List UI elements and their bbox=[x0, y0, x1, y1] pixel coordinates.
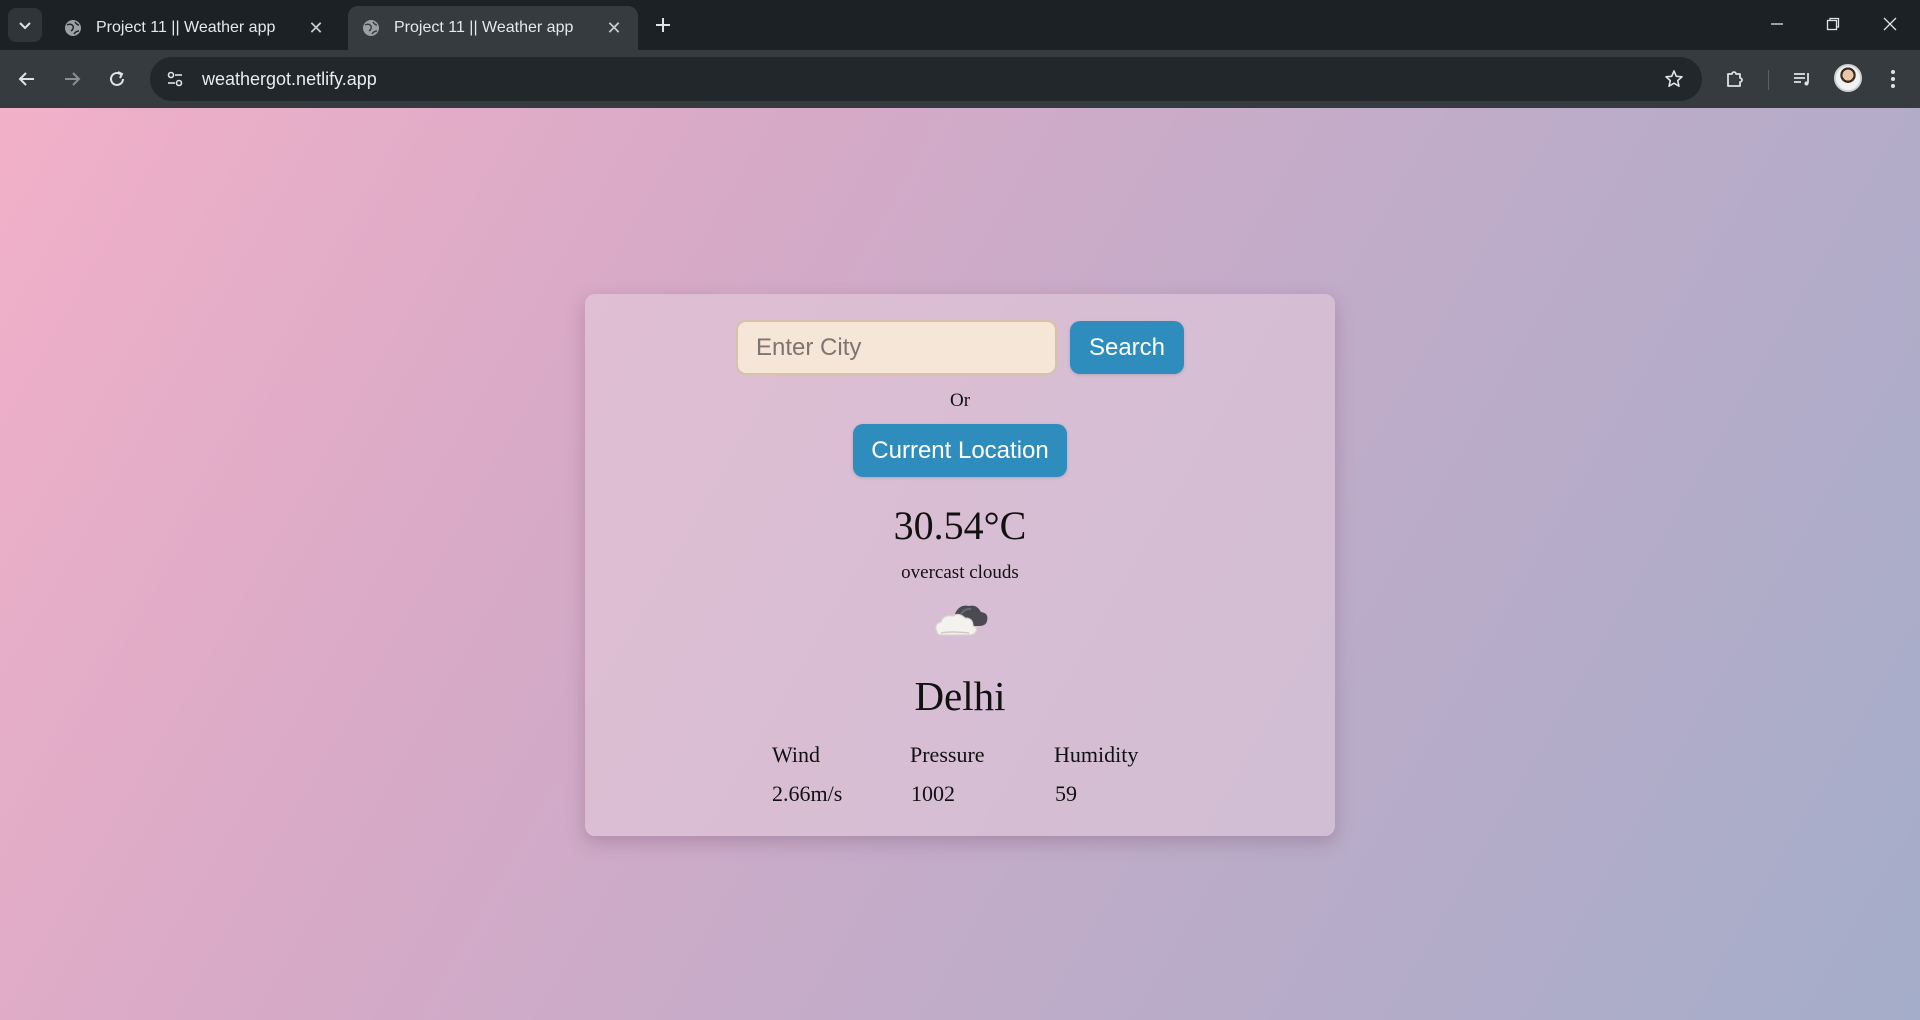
browser-toolbar: weathergot.netlify.app bbox=[0, 50, 1920, 108]
tab-search-button[interactable] bbox=[8, 8, 42, 42]
playlist-icon bbox=[1794, 73, 1809, 86]
wind-label: Wind bbox=[772, 742, 820, 767]
or-label: Or bbox=[949, 390, 971, 411]
browser-menu-button[interactable] bbox=[1876, 62, 1910, 96]
new-tab-button[interactable] bbox=[648, 10, 678, 40]
media-controls-button[interactable] bbox=[1785, 62, 1819, 96]
reload-icon bbox=[110, 71, 124, 86]
pressure-label: Pressure bbox=[910, 742, 985, 767]
arrow-left-icon bbox=[18, 72, 34, 86]
city-name: Delhi bbox=[914, 673, 1006, 719]
cloud-icon bbox=[935, 605, 988, 636]
reload-button[interactable] bbox=[100, 62, 134, 96]
tune-icon bbox=[167, 71, 183, 87]
page-background: Search Or Current Location 30.54°C overc… bbox=[0, 108, 1920, 1020]
restore-icon bbox=[1826, 17, 1840, 31]
close-tab-icon[interactable]: ✕ bbox=[306, 18, 326, 38]
restore-button[interactable] bbox=[1811, 6, 1855, 42]
bookmark-button[interactable] bbox=[1660, 65, 1688, 93]
star-icon bbox=[1665, 70, 1683, 87]
humidity-value: 59 bbox=[1055, 781, 1077, 806]
tab-title: Project 11 || Weather app bbox=[96, 19, 276, 36]
profile-avatar[interactable] bbox=[1834, 64, 1862, 92]
tab-title: Project 11 || Weather app bbox=[394, 19, 574, 36]
more-vertical-icon bbox=[1891, 70, 1895, 88]
toolbar-divider bbox=[1768, 70, 1769, 90]
site-info-button[interactable] bbox=[160, 64, 190, 94]
weather-card: Search Or Current Location 30.54°C overc… bbox=[585, 294, 1335, 836]
minimize-icon bbox=[1771, 23, 1783, 25]
temperature: 30.54°C bbox=[893, 503, 1027, 548]
search-row: Search bbox=[736, 320, 1184, 375]
chevron-down-icon bbox=[19, 22, 31, 30]
close-window-button[interactable] bbox=[1868, 6, 1912, 42]
globe-icon bbox=[363, 20, 379, 36]
extensions-button[interactable] bbox=[1718, 62, 1752, 96]
tab-2[interactable]: Project 11 || Weather app ✕ bbox=[348, 6, 638, 50]
back-button[interactable] bbox=[10, 62, 44, 96]
minimize-button[interactable] bbox=[1755, 6, 1799, 42]
humidity-label: Humidity bbox=[1054, 742, 1139, 767]
globe-icon bbox=[65, 20, 81, 36]
pressure-value: 1002 bbox=[911, 781, 955, 806]
tab-strip: Project 11 || Weather app ✕ Project 11 |… bbox=[0, 0, 1920, 50]
close-tab-icon[interactable]: ✕ bbox=[604, 18, 624, 38]
weather-description: overcast clouds bbox=[901, 562, 1019, 583]
current-location-button[interactable]: Current Location bbox=[853, 424, 1067, 477]
tab-1[interactable]: Project 11 || Weather app ✕ bbox=[50, 6, 340, 50]
city-search-input[interactable] bbox=[736, 320, 1057, 375]
close-icon bbox=[1883, 17, 1897, 31]
forward-button[interactable] bbox=[55, 62, 89, 96]
wind-value: 2.66m/s bbox=[772, 781, 843, 806]
address-bar[interactable]: weathergot.netlify.app bbox=[150, 57, 1702, 101]
plus-icon bbox=[656, 18, 670, 32]
arrow-right-icon bbox=[65, 72, 81, 86]
puzzle-icon bbox=[1727, 71, 1743, 87]
search-button[interactable]: Search bbox=[1070, 321, 1184, 374]
url-text[interactable]: weathergot.netlify.app bbox=[202, 69, 377, 90]
